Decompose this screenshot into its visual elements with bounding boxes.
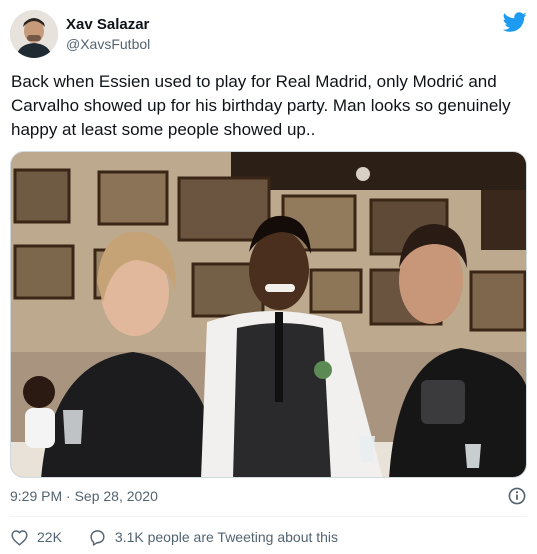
author-names: Xav Salazar @XavsFutbol xyxy=(66,16,150,54)
tweet-actions: 22K 3.1K people are Tweeting about this xyxy=(10,526,338,548)
conversation-text: 3.1K people are Tweeting about this xyxy=(114,529,339,545)
author-display-name[interactable]: Xav Salazar xyxy=(66,16,150,34)
tweet-card: Xav Salazar @XavsFutbol Back when Essien… xyxy=(0,0,537,554)
tweet-timestamp[interactable]: 9:29 PM · Sep 28, 2020 xyxy=(10,487,158,505)
avatar[interactable] xyxy=(10,10,58,58)
photo-illustration xyxy=(11,152,526,477)
tweet-text: Back when Essien used to play for Real M… xyxy=(11,72,511,139)
divider xyxy=(10,516,527,517)
heart-icon xyxy=(11,529,28,545)
speech-bubble-icon xyxy=(90,529,105,546)
like-count: 22K xyxy=(37,529,62,545)
tweet-photo[interactable] xyxy=(10,151,527,478)
twitter-bird-icon[interactable] xyxy=(502,12,527,34)
conversation-link[interactable]: 3.1K people are Tweeting about this xyxy=(88,528,338,547)
info-icon[interactable] xyxy=(508,487,526,505)
tweet-header: Xav Salazar @XavsFutbol xyxy=(10,10,527,60)
author-handle[interactable]: @XavsFutbol xyxy=(66,34,150,54)
like-button[interactable]: 22K xyxy=(10,528,62,547)
